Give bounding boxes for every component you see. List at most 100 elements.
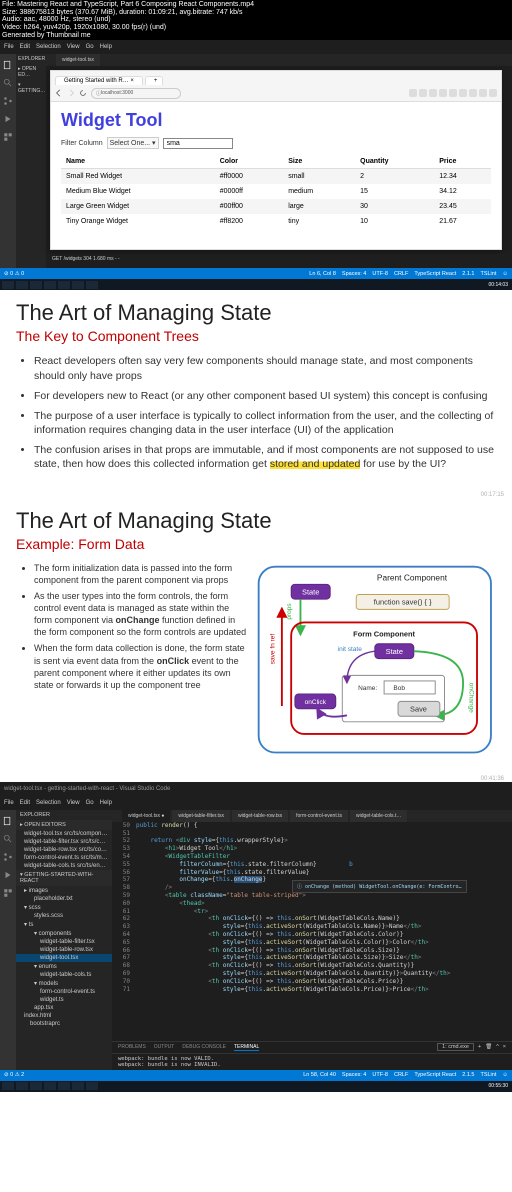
tree-item[interactable]: placeholder.txt [16,895,112,903]
svg-text:onChange: onChange [468,682,475,712]
tree-item[interactable]: form-control-event.ts [16,988,112,996]
debug-console: GET /widgets 304 1.680 ms - - [46,254,512,268]
filter-column-select[interactable]: Select One... ▾ [107,137,159,149]
search-icon[interactable] [3,78,13,88]
table-row: Medium Blue Widget#0000ffmedium1534.12 [61,184,491,199]
toolbar-icon[interactable] [449,89,457,97]
search-icon[interactable] [3,834,13,844]
tree-item[interactable]: ▾ enums [16,962,112,971]
tree-item[interactable]: ▸ images [16,886,112,895]
open-editor-item[interactable]: widget-table-row.tsx src/ts/compon... [16,846,112,854]
debug-icon[interactable] [3,870,13,880]
browser-preview: Getting Started with R… × + ⓘ localhost:… [50,70,502,250]
problems-tab[interactable]: PROBLEMS [118,1044,146,1050]
svg-text:State: State [302,587,319,596]
ide-section-2: EXPLORER ▸ OPEN EDITORS widget-tool.tsx … [0,810,512,1070]
slide-subtitle: Example: Form Data [16,536,496,552]
close-icon[interactable]: × [503,1044,506,1050]
editor-tab[interactable]: widget-table-row.tsx [232,810,288,822]
filter-input[interactable] [163,138,233,149]
open-editor-item[interactable]: widget-table-filter.tsx src/ts/comp... [16,838,112,846]
tree-item[interactable]: widget-table-cols.ts [16,971,112,979]
back-icon[interactable] [55,89,63,97]
taskbar: 00:55:30 [0,1081,512,1092]
terminal-tab[interactable]: TERMINAL [234,1044,259,1051]
svg-text:function save() { }: function save() { } [374,597,432,606]
debug-console-tab[interactable]: DEBUG CONSOLE [182,1044,226,1050]
vscode-title-bar: widget-tool.tsx - getting-started-with-r… [0,782,512,796]
start-button[interactable] [2,1082,14,1090]
slide-2: The Art of Managing State Example: Form … [0,498,512,776]
slide-title: The Art of Managing State [16,300,496,326]
open-editor-item[interactable]: widget-table-cols.ts src/ts/enums [16,862,112,870]
toolbar-icon[interactable] [429,89,437,97]
bullet: For developers new to React (or any othe… [34,389,496,403]
tree-item[interactable]: widget-tool.tsx [16,954,112,962]
extensions-icon[interactable] [3,132,13,142]
open-editor-item[interactable]: widget-tool.tsx src/ts/components [16,830,112,838]
extensions-icon[interactable] [3,888,13,898]
tree-item[interactable]: widget-table-row.tsx [16,946,112,954]
col-color[interactable]: Color [215,155,283,169]
toolbar-icon[interactable] [409,89,417,97]
vscode-menu-bar: File Edit Selection View Go Help [0,40,512,54]
tree-item[interactable]: ▾ ts [16,920,112,929]
tree-item[interactable]: styles.scss [16,912,112,920]
start-button[interactable] [2,281,14,289]
toolbar-icon[interactable] [459,89,467,97]
new-tab-button[interactable]: + [145,76,163,85]
col-price[interactable]: Price [434,155,491,169]
editor-tab[interactable]: widget-table-cols.t… [350,810,407,822]
svg-text:Bob: Bob [394,685,406,692]
timestamp: 00:55:30 [489,1083,510,1089]
tree-item[interactable]: index.html [16,1012,112,1020]
tree-item[interactable]: widget-table-filter.tsx [16,938,112,946]
editor-tab[interactable]: widget-tool.tsx ● [122,810,170,822]
editor-tab[interactable]: widget-table-filter.tsx [172,810,230,822]
table-row: Small Red Widget#ff0000small212.34 [61,169,491,185]
output-tab[interactable]: OUTPUT [154,1044,175,1050]
taskbar: 00:14:03 [0,279,512,290]
git-icon[interactable] [3,852,13,862]
terminal-select[interactable]: 1: cmd.exe [437,1043,474,1051]
activity-bar [0,54,16,268]
reload-icon[interactable] [79,89,87,97]
git-icon[interactable] [3,96,13,106]
address-bar[interactable]: ⓘ localhost:3000 [91,88,181,99]
col-size[interactable]: Size [283,155,355,169]
editor-tab[interactable]: form-control-event.ts [290,810,348,822]
files-icon[interactable] [3,816,13,826]
explorer-panel: EXPLORER ▸ OPEN ED… ▾ GETTING… [16,54,46,268]
forward-icon[interactable] [67,89,75,97]
bullet: The confusion arises in that props are i… [34,443,496,471]
slide-title: The Art of Managing State [16,508,496,534]
col-qty[interactable]: Quantity [355,155,434,169]
files-icon[interactable] [3,60,13,70]
bullet: When the form data collection is done, t… [34,642,246,691]
tree-item[interactable]: ▾ scss [16,903,112,912]
chevron-up-icon[interactable]: ^ [496,1044,499,1050]
status-bar: ⊘ 0 ⚠ 0 Ln 6, Col 8Spaces: 4UTF-8CRLFTyp… [0,268,512,279]
toolbar-icon[interactable] [439,89,447,97]
browser-tab[interactable]: Getting Started with R… × [55,76,143,85]
bullet: The purpose of a user interface is typic… [34,409,496,437]
tree-item[interactable]: app.tsx [16,1004,112,1012]
toolbar-icon[interactable] [469,89,477,97]
toolbar-icon[interactable] [419,89,427,97]
tree-item[interactable]: widget.ts [16,996,112,1004]
col-name[interactable]: Name [61,155,215,169]
tree-item[interactable]: ▾ components [16,929,112,938]
status-bar: ⊘ 0 ⚠ 2 Ln 58, Col 40Spaces: 4UTF-8CRLFT… [0,1070,512,1081]
editor-tab[interactable]: widget-tool.tsx [56,54,100,66]
explorer-panel: EXPLORER ▸ OPEN EDITORS widget-tool.tsx … [16,810,112,1070]
widget-table: Name Color Size Quantity Price Small Red… [61,155,491,229]
toolbar-icon[interactable] [479,89,487,97]
debug-icon[interactable] [3,114,13,124]
tree-item[interactable]: ▾ models [16,979,112,988]
open-editor-item[interactable]: form-control-event.ts src/ts/models [16,854,112,862]
trash-icon[interactable]: 🗑 [485,1044,492,1050]
menu-icon[interactable] [489,89,497,97]
tree-item[interactable]: bootstraprc [16,1020,112,1028]
plus-icon[interactable]: + [478,1044,481,1050]
code-editor[interactable]: 50public render() {5152 return <div styl… [112,822,512,1041]
